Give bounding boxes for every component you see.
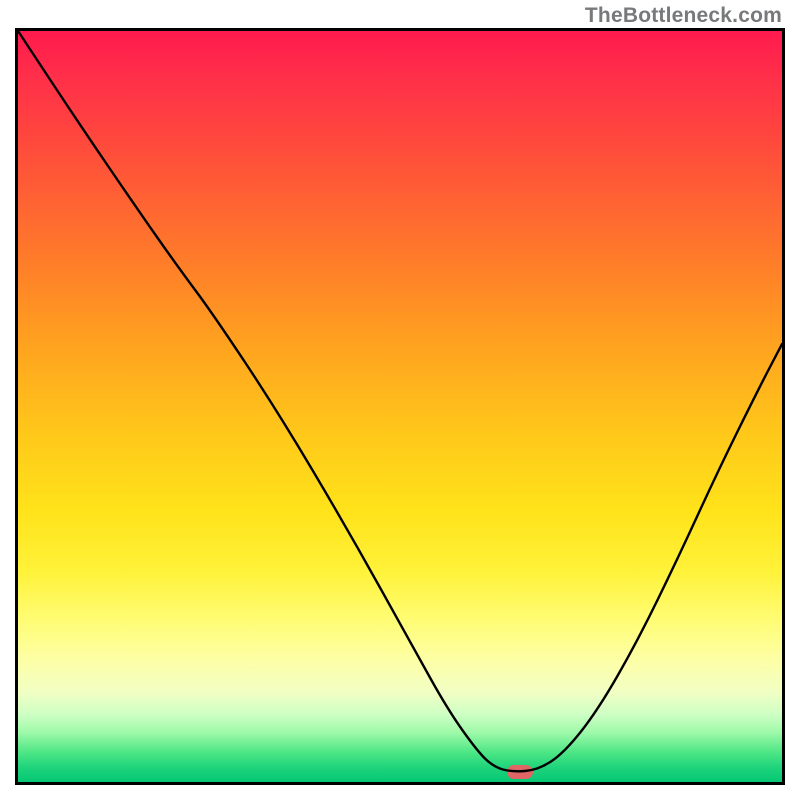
watermark-text: TheBottleneck.com [585,4,782,28]
bottleneck-curve [18,31,782,782]
chart-frame [15,28,785,785]
chart-container: TheBottleneck.com [0,0,800,800]
